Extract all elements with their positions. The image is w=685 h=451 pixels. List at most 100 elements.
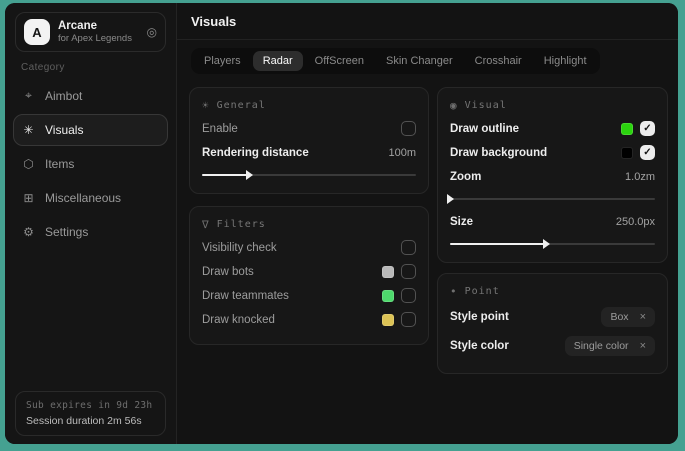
point-card-header: • Point bbox=[450, 285, 655, 298]
page-title: Visuals bbox=[191, 14, 664, 29]
size-slider[interactable] bbox=[450, 238, 655, 250]
rendering-distance-label: Rendering distance bbox=[202, 147, 309, 159]
slider-fill bbox=[202, 174, 249, 176]
category-label: Category bbox=[21, 62, 160, 73]
draw-knocked-row: Draw knocked bbox=[202, 312, 416, 327]
general-card-title: General bbox=[217, 100, 266, 111]
draw-teammates-label: Draw teammates bbox=[202, 290, 289, 302]
session-duration-text: Session duration 2m 56s bbox=[26, 415, 155, 427]
target-icon[interactable]: ◎ bbox=[147, 25, 157, 39]
draw-outline-checkbox[interactable]: ✓ bbox=[640, 121, 655, 136]
draw-bots-checkbox[interactable] bbox=[401, 264, 416, 279]
style-color-selected-value: Single color bbox=[574, 340, 629, 352]
app-subtitle: for Apex Legends bbox=[58, 33, 132, 44]
sidebar-item-miscellaneous[interactable]: ⊞ Miscellaneous bbox=[13, 182, 168, 214]
tab-radar[interactable]: Radar bbox=[253, 51, 303, 71]
sidebar-item-label: Miscellaneous bbox=[45, 191, 121, 205]
miscellaneous-grid-icon: ⊞ bbox=[21, 191, 36, 205]
radar-settings-content: ☀ General Enable Rendering distance 100m bbox=[177, 74, 678, 386]
visual-eye-icon: ◉ bbox=[450, 99, 458, 112]
sidebar-item-visuals[interactable]: ✳ Visuals bbox=[13, 114, 168, 146]
draw-teammates-row: Draw teammates bbox=[202, 288, 416, 303]
app-name: Arcane bbox=[58, 20, 132, 33]
sidebar-item-settings[interactable]: ⚙ Settings bbox=[13, 216, 168, 248]
check-icon: ✓ bbox=[643, 148, 651, 158]
sidebar-item-items[interactable]: ⬡ Items bbox=[13, 148, 168, 180]
size-value: 250.0px bbox=[616, 216, 655, 228]
main-panel: Visuals Players Radar OffScreen Skin Cha… bbox=[177, 3, 678, 444]
enable-checkbox[interactable] bbox=[401, 121, 416, 136]
zoom-row: Zoom 1.0zm bbox=[450, 169, 655, 184]
app-logo: A bbox=[24, 19, 50, 45]
general-card-header: ☀ General bbox=[202, 99, 416, 112]
items-cube-icon: ⬡ bbox=[21, 157, 36, 171]
style-point-label: Style point bbox=[450, 311, 509, 323]
draw-background-color-swatch[interactable] bbox=[621, 147, 633, 159]
app-window: A Arcane for Apex Legends ◎ Category ⌖ A… bbox=[5, 3, 678, 444]
visibility-check-checkbox[interactable] bbox=[401, 240, 416, 255]
enable-row: Enable bbox=[202, 121, 416, 136]
sidebar-item-label: Items bbox=[45, 157, 74, 171]
sidebar-item-label: Visuals bbox=[45, 123, 83, 137]
style-point-row: Style point Box × bbox=[450, 307, 655, 327]
draw-outline-color-swatch[interactable] bbox=[621, 123, 633, 135]
visuals-icon: ✳ bbox=[21, 123, 36, 137]
sidebar-item-aimbot[interactable]: ⌖ Aimbot bbox=[13, 79, 168, 112]
draw-outline-label: Draw outline bbox=[450, 123, 519, 135]
general-card: ☀ General Enable Rendering distance 100m bbox=[189, 87, 429, 194]
zoom-value: 1.0zm bbox=[625, 171, 655, 183]
visual-card-header: ◉ Visual bbox=[450, 99, 655, 112]
style-color-row: Style color Single color × bbox=[450, 336, 655, 356]
rendering-distance-slider[interactable] bbox=[202, 169, 416, 181]
draw-background-label: Draw background bbox=[450, 147, 547, 159]
slider-track bbox=[450, 198, 655, 200]
main-header: Visuals bbox=[177, 3, 678, 40]
draw-knocked-color-swatch[interactable] bbox=[382, 314, 394, 326]
slider-thumb[interactable] bbox=[447, 194, 454, 204]
zoom-label: Zoom bbox=[450, 171, 481, 183]
draw-bots-label: Draw bots bbox=[202, 266, 254, 278]
rendering-distance-value: 100m bbox=[388, 147, 416, 159]
slider-thumb[interactable] bbox=[246, 170, 253, 180]
style-point-select[interactable]: Box × bbox=[601, 307, 655, 327]
slider-thumb[interactable] bbox=[543, 239, 550, 249]
size-label: Size bbox=[450, 216, 473, 228]
draw-background-checkbox[interactable]: ✓ bbox=[640, 145, 655, 160]
draw-teammates-checkbox[interactable] bbox=[401, 288, 416, 303]
visual-card: ◉ Visual Draw outline ✓ Draw background bbox=[437, 87, 668, 263]
point-card-title: Point bbox=[465, 286, 500, 297]
tab-highlight[interactable]: Highlight bbox=[534, 51, 597, 71]
tab-players[interactable]: Players bbox=[194, 51, 251, 71]
tab-crosshair[interactable]: Crosshair bbox=[465, 51, 532, 71]
sub-expires-text: Sub expires in 9d 23h bbox=[26, 400, 155, 411]
close-icon[interactable]: × bbox=[640, 341, 646, 352]
style-color-select[interactable]: Single color × bbox=[565, 336, 655, 356]
rendering-distance-row: Rendering distance 100m bbox=[202, 145, 416, 160]
filters-card: ∇ Filters Visibility check Draw bots bbox=[189, 206, 429, 345]
settings-gear-icon: ⚙ bbox=[21, 225, 36, 239]
draw-bots-color-swatch[interactable] bbox=[382, 266, 394, 278]
tab-offscreen[interactable]: OffScreen bbox=[305, 51, 374, 71]
draw-knocked-label: Draw knocked bbox=[202, 314, 275, 326]
style-point-selected-value: Box bbox=[610, 311, 628, 323]
close-icon[interactable]: × bbox=[640, 312, 646, 323]
sidebar-nav: ⌖ Aimbot ✳ Visuals ⬡ Items ⊞ Miscellaneo… bbox=[5, 78, 176, 249]
check-icon: ✓ bbox=[643, 124, 651, 134]
sidebar-item-label: Settings bbox=[45, 225, 88, 239]
enable-label: Enable bbox=[202, 123, 238, 135]
visuals-tab-bar: Players Radar OffScreen Skin Changer Cro… bbox=[191, 48, 600, 74]
filters-card-header: ∇ Filters bbox=[202, 218, 416, 231]
left-column: ☀ General Enable Rendering distance 100m bbox=[189, 87, 429, 345]
zoom-slider[interactable] bbox=[450, 193, 655, 205]
visibility-check-label: Visibility check bbox=[202, 242, 277, 254]
point-dot-icon: • bbox=[450, 285, 458, 298]
sidebar-item-label: Aimbot bbox=[45, 89, 82, 103]
draw-teammates-color-swatch[interactable] bbox=[382, 290, 394, 302]
point-card: • Point Style point Box × Style color S bbox=[437, 273, 668, 374]
draw-knocked-checkbox[interactable] bbox=[401, 312, 416, 327]
style-color-label: Style color bbox=[450, 340, 509, 352]
size-row: Size 250.0px bbox=[450, 214, 655, 229]
filters-card-title: Filters bbox=[217, 219, 266, 230]
tab-skin-changer[interactable]: Skin Changer bbox=[376, 51, 463, 71]
visibility-check-row: Visibility check bbox=[202, 240, 416, 255]
